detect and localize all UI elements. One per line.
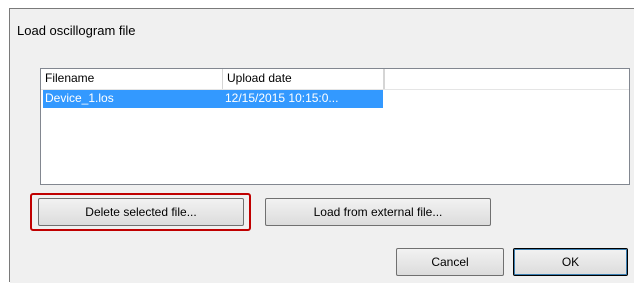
cancel-button[interactable]: Cancel xyxy=(396,248,504,276)
ok-button[interactable]: OK xyxy=(513,248,628,276)
delete-selected-file-button[interactable]: Delete selected file... xyxy=(38,198,244,226)
file-list-header: Filename Upload date xyxy=(41,69,629,90)
dialog-title: Load oscillogram file xyxy=(17,23,136,38)
cell-filename: Device_1.los xyxy=(45,91,114,105)
column-header-filename[interactable]: Filename xyxy=(41,69,223,89)
file-list[interactable]: Filename Upload date Device_1.los 12/15/… xyxy=(40,68,630,185)
load-oscillogram-dialog: Load oscillogram file Filename Upload da… xyxy=(9,8,634,283)
cell-upload-date: 12/15/2015 10:15:0... xyxy=(225,91,339,105)
column-header-divider xyxy=(384,69,385,89)
dialog-body: Filename Upload date Device_1.los 12/15/… xyxy=(10,48,634,283)
file-list-row-selected[interactable]: Device_1.los 12/15/2015 10:15:0... xyxy=(43,90,383,108)
load-from-external-file-button[interactable]: Load from external file... xyxy=(265,198,491,226)
dialog-titlebar: Load oscillogram file xyxy=(10,9,634,49)
column-header-upload-date[interactable]: Upload date xyxy=(223,69,384,89)
